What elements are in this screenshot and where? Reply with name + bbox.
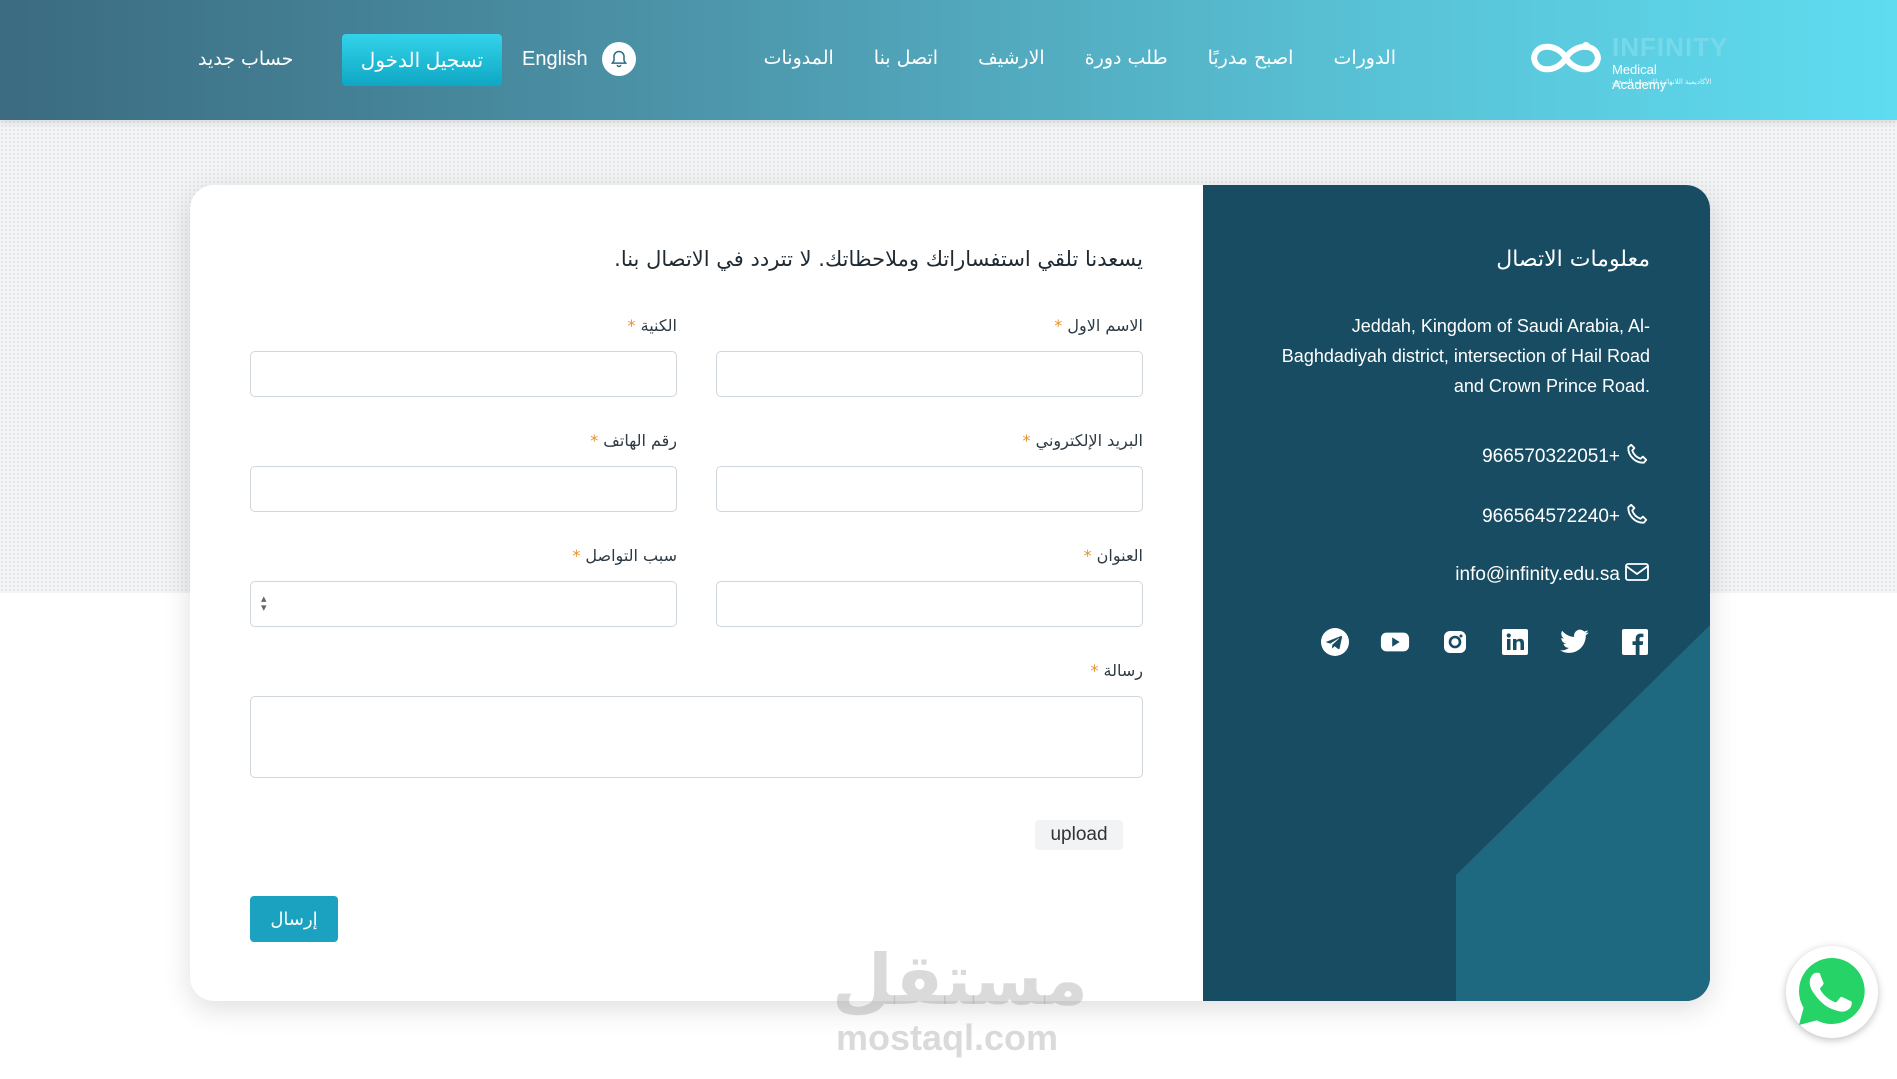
nav-request-course[interactable]: طلب دورة [1085,47,1168,69]
last-name-label: الكنية * [627,316,677,335]
linkedin-icon[interactable] [1500,627,1530,657]
phone-label: رقم الهاتف * [590,431,677,450]
email-text: info@infinity.edu.sa [1455,564,1620,585]
contact-info-panel: معلومات الاتصال Jeddah, Kingdom of Saudi… [1203,185,1710,1001]
nav-become-trainer[interactable]: اصبح مدربًا [1208,47,1294,69]
phone-1-text: 966570322051+ [1482,446,1620,467]
nav-courses[interactable]: الدورات [1333,47,1396,69]
first-name-input[interactable] [716,351,1143,397]
telegram-icon[interactable] [1320,627,1350,657]
phone-row-1[interactable]: 966570322051+ [1482,441,1650,473]
contact-form: يسعدنا تلقي استفساراتك وملاحظاتك. لا تتر… [190,185,1203,1001]
contact-address: Jeddah, Kingdom of Saudi Arabia, Al-Bagh… [1281,316,1650,396]
address-input[interactable] [716,581,1143,627]
message-label: رسالة * [1090,661,1143,680]
address-label: العنوان * [1083,546,1143,565]
reason-label: سبب التواصل * [572,546,677,565]
select-arrows-icon: ▴ ▾ [261,592,267,614]
register-link[interactable]: حساب جديد [198,48,293,70]
nav-contact[interactable]: اتصل بنا [874,47,938,69]
mail-icon [1624,561,1650,589]
phone-2-text: 966564572240+ [1482,506,1620,527]
main-nav: الدورات اصبح مدربًا طلب دورة الارشيف اتص… [764,47,1396,69]
email-row[interactable]: info@infinity.edu.sa [1455,561,1650,589]
contact-card: يسعدنا تلقي استفساراتك وملاحظاتك. لا تتر… [190,185,1710,1001]
top-navbar: INFINITY Medical Academy الأكاديمية اللا… [0,0,1897,120]
youtube-icon[interactable] [1380,627,1410,657]
reason-select[interactable]: ▴ ▾ [250,581,677,627]
instagram-icon[interactable] [1440,627,1470,657]
submit-button[interactable]: إرسال [250,896,338,942]
social-links [1320,627,1650,657]
whatsapp-button[interactable] [1786,946,1878,1038]
twitter-icon[interactable] [1560,627,1590,657]
phone-icon [1624,441,1650,473]
whatsapp-icon [1799,958,1865,1025]
language-switch[interactable]: English [522,48,588,71]
logo-brand: INFINITY [1612,32,1729,62]
nav-blogs[interactable]: المدونات [764,47,834,69]
phone-input[interactable] [250,466,677,512]
bell-icon[interactable] [602,42,636,76]
form-intro: يسعدنا تلقي استفساراتك وملاحظاتك. لا تتر… [614,247,1143,271]
nav-archive[interactable]: الارشيف [978,47,1045,69]
phone-icon [1624,501,1650,533]
mostaql-watermark: مستقل mostaql.com [832,939,1089,1060]
watermark-en: mostaql.com [835,1017,1059,1058]
facebook-icon[interactable] [1620,627,1650,657]
watermark-ar: مستقل [832,939,1089,1021]
logo-subtitle: Medical Academy [1612,62,1667,92]
first-name-label: الاسم الاول * [1054,316,1143,335]
logo-subtitle-ar: الأكاديمية اللانهائية للتدريب الصحي [1612,78,1712,86]
phone-row-2[interactable]: 966564572240+ [1482,501,1650,533]
site-logo[interactable]: INFINITY Medical Academy الأكاديمية اللا… [1528,30,1727,92]
decorative-shape [1456,625,1710,1001]
email-label: البريد الإلكتروني * [1022,431,1143,450]
last-name-input[interactable] [250,351,677,397]
contact-info-title: معلومات الاتصال [1496,247,1650,272]
email-input[interactable] [716,466,1143,512]
upload-button[interactable]: upload [1035,820,1123,850]
infinity-logo-icon [1530,42,1602,73]
login-button[interactable]: تسجيل الدخول [342,34,502,86]
message-textarea[interactable] [250,696,1143,778]
